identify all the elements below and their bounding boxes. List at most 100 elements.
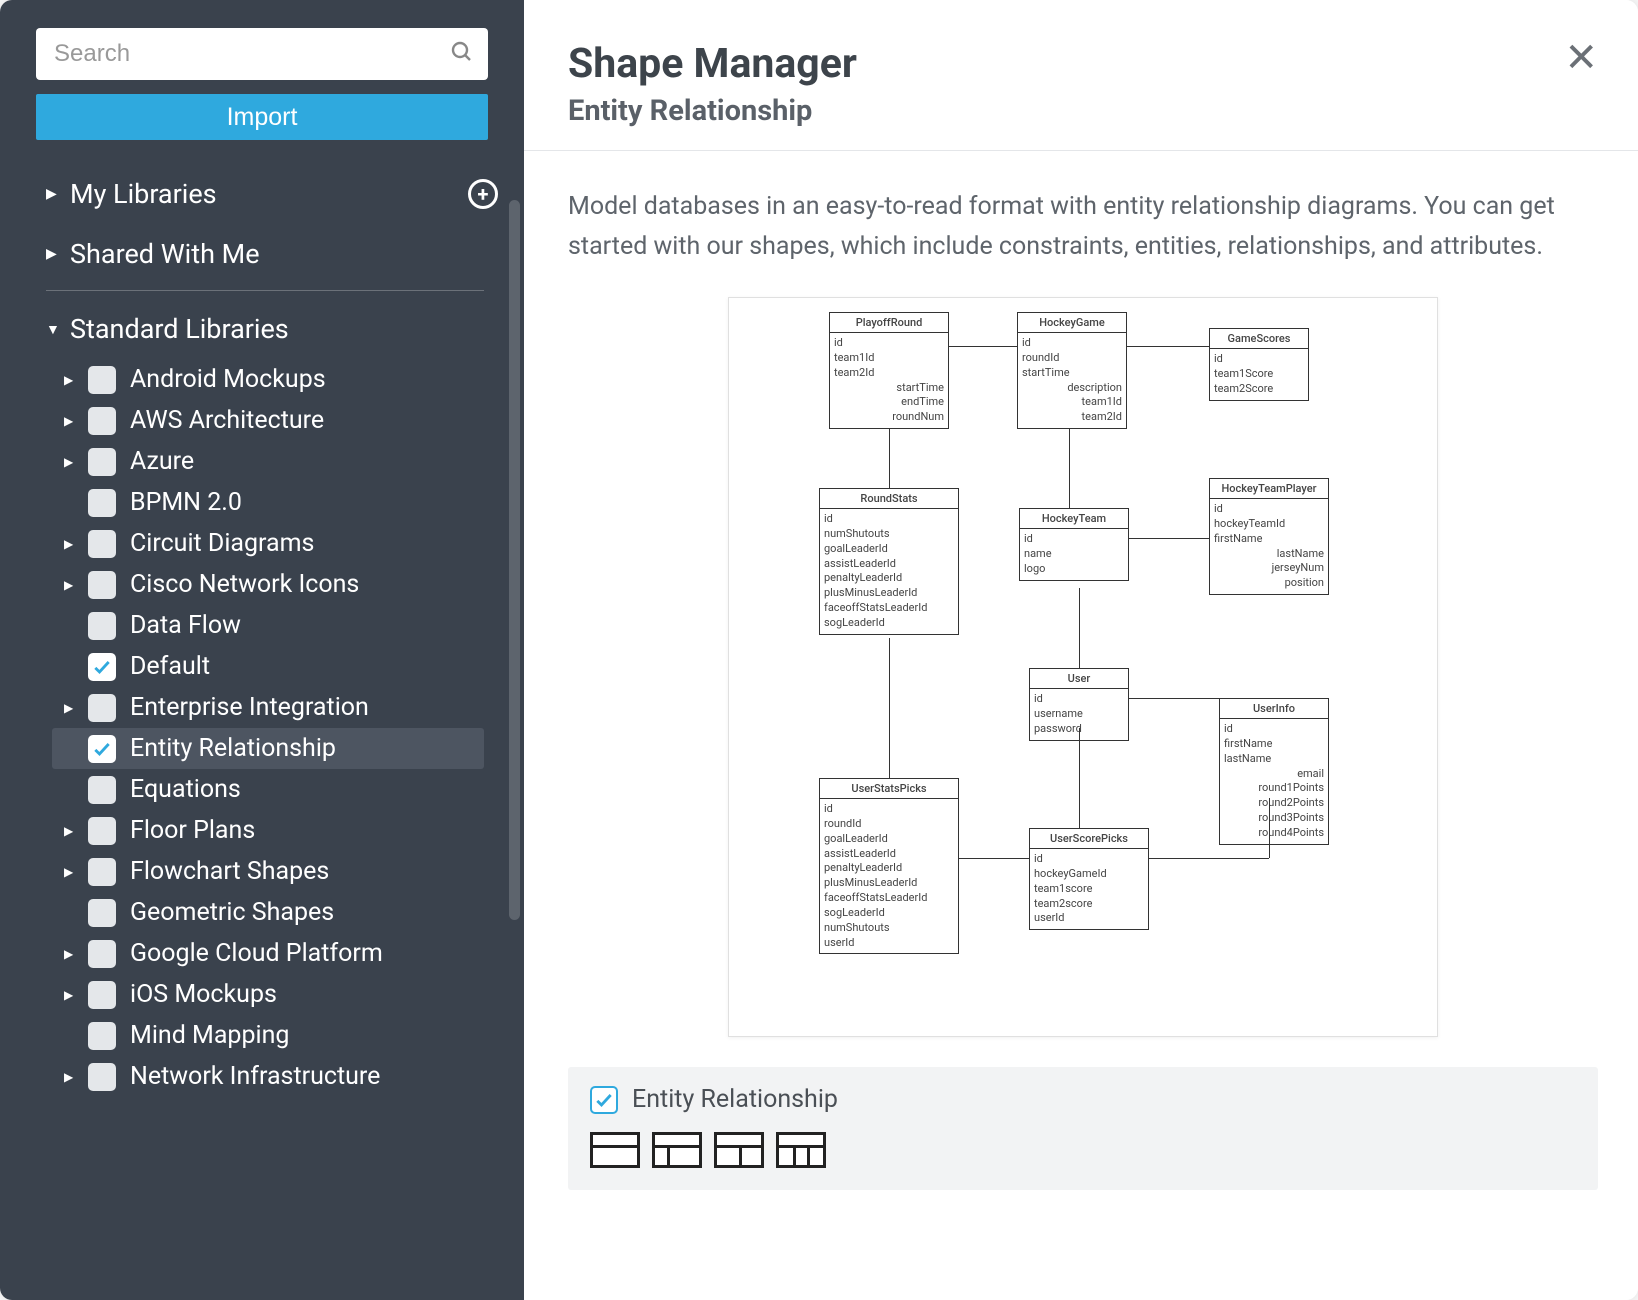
erd-table: PlayoffRoundidteam1Idteam2IdstartTimeend… <box>829 312 949 429</box>
library-label: Cisco Network Icons <box>130 570 359 599</box>
library-list: ▶Android Mockups▶AWS Architecture▶Azure▶… <box>46 359 508 1097</box>
erd-table: UserStatsPicksidroundIdgoalLeaderIdassis… <box>819 778 959 954</box>
erd-connector <box>1079 588 1080 668</box>
caret-right-icon: ▶ <box>64 1070 88 1084</box>
library-label: Default <box>130 652 210 681</box>
library-checkbox[interactable] <box>88 489 116 517</box>
description-text: Model databases in an easy-to-read forma… <box>568 187 1598 267</box>
library-label: Data Flow <box>130 611 241 640</box>
erd-connector <box>949 346 1017 347</box>
library-label: Azure <box>130 447 194 476</box>
library-label: BPMN 2.0 <box>130 488 242 517</box>
erd-table-body: idhockeyGameIdteam1scoreteam2scoreuserId <box>1030 849 1148 929</box>
library-checkbox[interactable] <box>88 407 116 435</box>
erd-table-title: HockeyTeam <box>1020 509 1128 529</box>
erd-table: HockeyTeamidnamelogo <box>1019 508 1129 581</box>
entity-relationship-checkbox[interactable] <box>590 1086 618 1114</box>
caret-right-icon: ▶ <box>64 373 88 387</box>
library-item[interactable]: ▶ iOS Mockups <box>52 974 484 1015</box>
erd-connector <box>889 638 890 778</box>
library-item[interactable]: ▶Data Flow <box>52 605 484 646</box>
library-item[interactable]: ▶Geometric Shapes <box>52 892 484 933</box>
library-item[interactable]: ▶Equations <box>52 769 484 810</box>
erd-table-title: HockeyTeamPlayer <box>1210 479 1328 499</box>
close-icon[interactable]: ✕ <box>1564 38 1598 78</box>
library-item[interactable]: ▶Entity Relationship <box>52 728 484 769</box>
import-button[interactable]: Import <box>36 94 488 140</box>
main-panel: ✕ Shape Manager Entity Relationship Mode… <box>524 0 1638 1300</box>
library-checkbox[interactable] <box>88 571 116 599</box>
erd-table-title: UserInfo <box>1220 699 1328 719</box>
caret-down-icon: ▼ <box>46 321 70 338</box>
header-divider <box>524 150 1638 151</box>
erd-table-body: idfirstNamelastNameemailround1Pointsroun… <box>1220 719 1328 844</box>
library-item[interactable]: ▶ Azure <box>52 441 484 482</box>
erd-connector <box>1127 346 1209 347</box>
shape-entity-1[interactable] <box>590 1132 640 1168</box>
section-label: Standard Libraries <box>70 313 498 345</box>
library-label: Google Cloud Platform <box>130 939 383 968</box>
library-item[interactable]: ▶Floor Plans <box>52 810 484 851</box>
library-item[interactable]: ▶Google Cloud Platform <box>52 933 484 974</box>
footer-panel: Entity Relationship <box>568 1067 1598 1190</box>
scrollbar[interactable] <box>509 200 520 930</box>
library-label: Entity Relationship <box>130 734 336 763</box>
erd-table-title: RoundStats <box>820 489 958 509</box>
library-label: iOS Mockups <box>130 980 277 1009</box>
erd-table-title: UserStatsPicks <box>820 779 958 799</box>
library-checkbox[interactable] <box>88 858 116 886</box>
library-label: Mind Mapping <box>130 1021 289 1050</box>
caret-right-icon: ▶ <box>64 988 88 1002</box>
library-item[interactable]: ▶Circuit Diagrams <box>52 523 484 564</box>
library-checkbox[interactable] <box>88 653 116 681</box>
library-checkbox[interactable] <box>88 981 116 1009</box>
erd-table-body: idteam1Scoreteam2Score <box>1210 349 1308 400</box>
library-label: Circuit Diagrams <box>130 529 314 558</box>
caret-right-icon: ▶ <box>64 455 88 469</box>
library-checkbox[interactable] <box>88 1022 116 1050</box>
library-checkbox[interactable] <box>88 612 116 640</box>
section-label: Shared With Me <box>70 238 498 270</box>
library-checkbox[interactable] <box>88 366 116 394</box>
erd-table-title: HockeyGame <box>1018 313 1126 333</box>
caret-right-icon: ▶ <box>46 186 70 202</box>
erd-table-title: GameScores <box>1210 329 1308 349</box>
library-item[interactable]: ▶Default <box>52 646 484 687</box>
library-item[interactable]: ▶Network Infrastructure <box>52 1056 484 1097</box>
sidebar: Import ▶ My Libraries + ▶ Shared With Me… <box>0 0 524 1300</box>
library-checkbox[interactable] <box>88 817 116 845</box>
erd-table-title: UserScorePicks <box>1030 829 1148 849</box>
library-checkbox[interactable] <box>88 694 116 722</box>
erd-connector <box>1149 858 1269 859</box>
library-item[interactable]: ▶BPMN 2.0 <box>52 482 484 523</box>
library-checkbox[interactable] <box>88 940 116 968</box>
library-checkbox[interactable] <box>88 448 116 476</box>
library-item[interactable]: ▶Android Mockups <box>52 359 484 400</box>
section-label: My Libraries <box>70 178 468 210</box>
library-item[interactable]: ▶Enterprise Integration <box>52 687 484 728</box>
library-item[interactable]: ▶Mind Mapping <box>52 1015 484 1056</box>
page-title: Shape Manager <box>568 40 1598 88</box>
erd-table-body: idroundIdgoalLeaderIdassistLeaderIdpenal… <box>820 799 958 953</box>
erd-table: HockeyTeamPlayeridhockeyTeamIdfirstNamel… <box>1209 478 1329 595</box>
erd-table-body: idnamelogo <box>1020 529 1128 580</box>
scrollbar-thumb[interactable] <box>509 200 520 920</box>
library-checkbox[interactable] <box>88 735 116 763</box>
section-standard-libraries[interactable]: ▼ Standard Libraries <box>46 299 508 359</box>
search-input[interactable] <box>36 28 488 80</box>
plus-icon[interactable]: + <box>468 179 498 209</box>
library-checkbox[interactable] <box>88 1063 116 1091</box>
library-item[interactable]: ▶Cisco Network Icons <box>52 564 484 605</box>
library-label: Equations <box>130 775 241 804</box>
section-shared-with-me[interactable]: ▶ Shared With Me <box>46 224 508 284</box>
erd-table: RoundStatsidnumShutoutsgoalLeaderIdassis… <box>819 488 959 635</box>
library-item[interactable]: ▶Flowchart Shapes <box>52 851 484 892</box>
section-my-libraries[interactable]: ▶ My Libraries + <box>46 164 508 224</box>
shape-entity-2[interactable] <box>652 1132 702 1168</box>
shape-entity-4[interactable] <box>776 1132 826 1168</box>
shape-entity-3[interactable] <box>714 1132 764 1168</box>
library-checkbox[interactable] <box>88 899 116 927</box>
library-checkbox[interactable] <box>88 530 116 558</box>
library-item[interactable]: ▶AWS Architecture <box>52 400 484 441</box>
library-checkbox[interactable] <box>88 776 116 804</box>
